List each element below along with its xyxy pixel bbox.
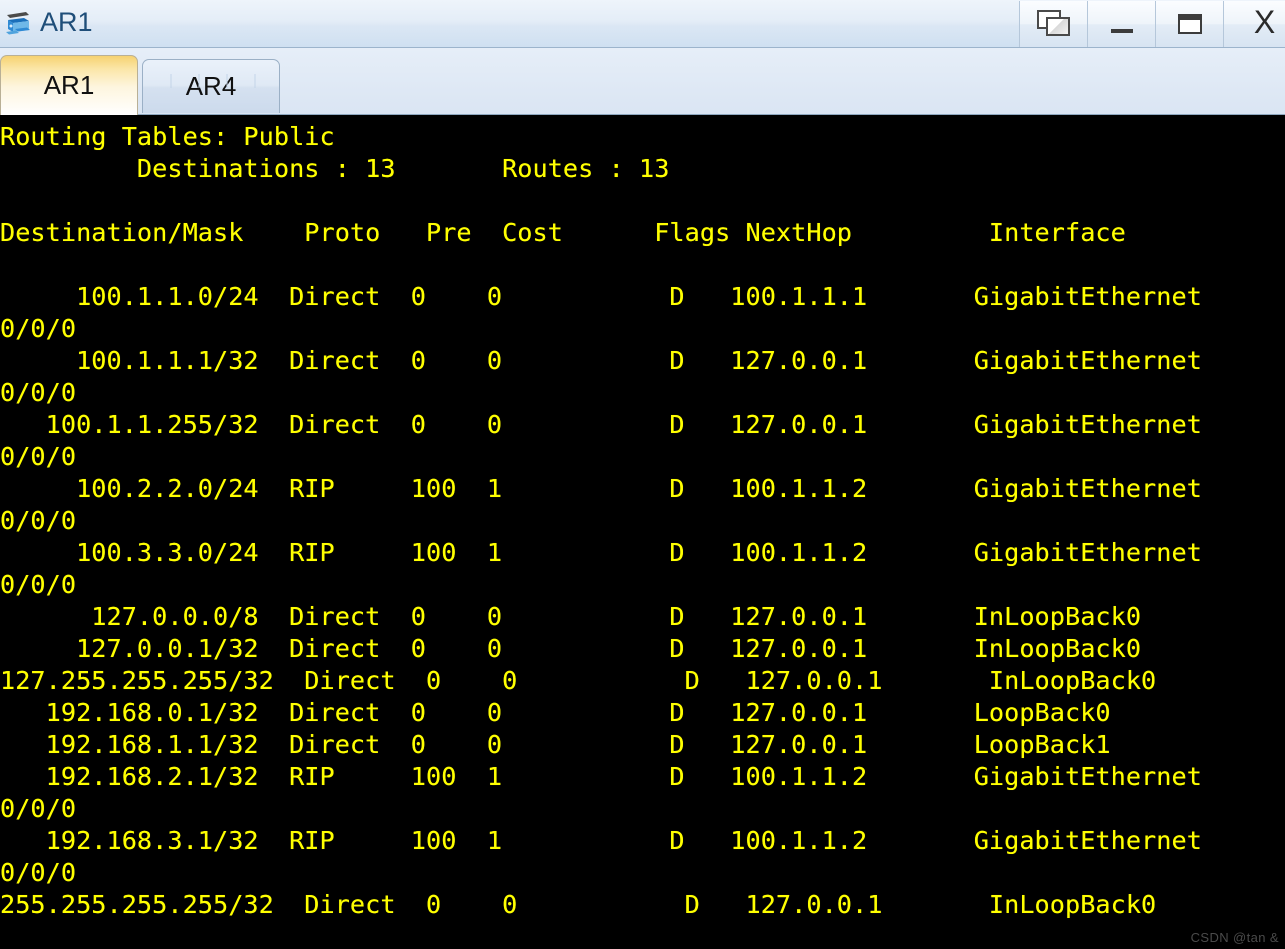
window-controls: X [1019,0,1285,47]
tab-ar4[interactable]: AR4 [142,59,280,113]
title-bar: AR1 X [0,0,1285,48]
maximize-icon [1177,13,1202,34]
close-button[interactable]: X [1223,0,1285,47]
tab-ar4-label: AR4 [185,71,237,101]
terminal-output-pane[interactable]: Routing Tables: Public Destinations : 13… [0,116,1285,949]
router-cli-window: AR1 X AR1 AR4 Routing Tables: Public Des… [0,0,1285,949]
device-tab-strip: AR1 AR4 [0,48,1285,115]
cascade-icon [1036,9,1071,38]
watermark: CSDN @tan & [1190,930,1279,945]
cascade-windows-button[interactable] [1019,0,1087,47]
tab-ar1[interactable]: AR1 [0,55,138,115]
router-icon [2,8,36,42]
minimize-button[interactable] [1087,0,1155,47]
window-title: AR1 [40,7,93,37]
tab-ar1-label: AR1 [43,70,95,100]
close-icon: X [1253,3,1276,40]
minimize-icon [1110,28,1133,33]
routing-table-text: Routing Tables: Public Destinations : 13… [0,122,1202,919]
maximize-button[interactable] [1155,0,1223,47]
